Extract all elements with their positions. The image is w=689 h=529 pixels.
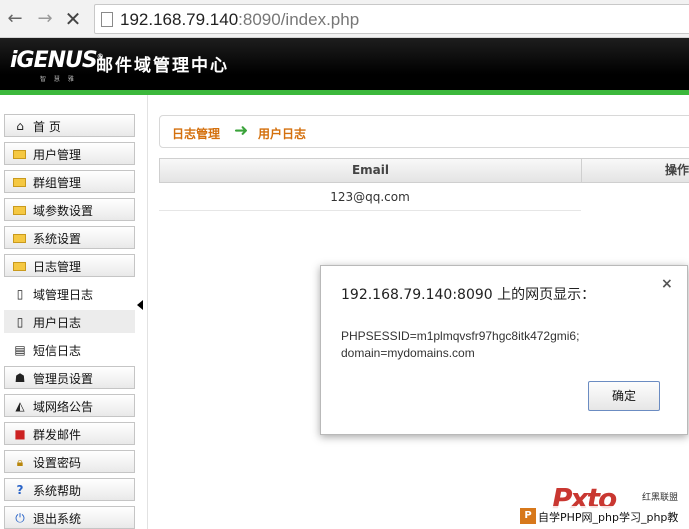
watermark-text: 自学PHP网_php学习_php教 bbox=[538, 511, 679, 524]
stop-icon[interactable]: ✕ bbox=[62, 8, 84, 30]
sidebar-item-announcement[interactable]: ◭ 域网络公告 bbox=[4, 394, 135, 417]
sidebar-item-label: 短信日志 bbox=[33, 344, 82, 358]
folder-icon bbox=[13, 150, 26, 159]
mail-icon: ■ bbox=[14, 427, 26, 441]
folder-icon bbox=[13, 234, 26, 243]
alert-dialog: 192.168.79.140:8090 上的网页显示： × PHPSESSID=… bbox=[320, 265, 688, 435]
sidebar: ⌂ 首 页 用户管理 群组管理 域参数设置 系统设置 日志管理 ▯ 域管理日志 … bbox=[0, 95, 148, 529]
sidebar-item-user-log[interactable]: ▯ 用户日志 bbox=[4, 310, 135, 333]
row-email: 123@qq.com bbox=[330, 190, 410, 204]
breadcrumb-current: 用户日志 bbox=[258, 127, 307, 141]
sidebar-item-logout[interactable]: ⏻ 退出系统 bbox=[4, 506, 135, 529]
sidebar-item-label: 日志管理 bbox=[33, 260, 82, 274]
sidebar-item-label: 域网络公告 bbox=[33, 400, 94, 414]
sidebar-item-label: 系统帮助 bbox=[33, 484, 82, 498]
sidebar-item-admin-settings[interactable]: ☗ 管理员设置 bbox=[4, 366, 135, 389]
help-icon: ? bbox=[16, 483, 24, 497]
home-icon: ⌂ bbox=[16, 119, 24, 133]
folder-icon bbox=[13, 262, 26, 271]
collapse-sidebar-icon[interactable] bbox=[137, 300, 143, 310]
app-title: 邮件域管理中心 bbox=[96, 56, 229, 76]
sidebar-item-mass-mail[interactable]: ■ 群发邮件 bbox=[4, 422, 135, 445]
sidebar-item-users[interactable]: 用户管理 bbox=[4, 142, 135, 165]
forward-arrow-icon[interactable]: → bbox=[34, 8, 56, 30]
app-header: iGENUS® 智 慧 雅 邮件域管理中心 bbox=[0, 38, 689, 90]
document-icon: ▯ bbox=[16, 287, 24, 301]
sidebar-item-log-management[interactable]: 日志管理 bbox=[4, 254, 135, 277]
lock-icon: 🔒︎ bbox=[16, 455, 24, 469]
close-icon[interactable]: × bbox=[661, 276, 673, 292]
dialog-message: PHPSESSID=m1plmqvsfr97hgc8itk472gmi6; do… bbox=[341, 329, 580, 360]
sidebar-item-label: 用户日志 bbox=[33, 316, 82, 330]
sidebar-item-groups[interactable]: 群组管理 bbox=[4, 170, 135, 193]
back-arrow-icon[interactable]: ← bbox=[4, 8, 26, 30]
sidebar-item-domain-params[interactable]: 域参数设置 bbox=[4, 198, 135, 221]
sidebar-item-label: 域管理日志 bbox=[33, 288, 94, 302]
table-header: Email 操作 bbox=[159, 158, 689, 183]
sidebar-item-label: 域参数设置 bbox=[33, 204, 94, 218]
sidebar-item-sms-log[interactable]: ▤ 短信日志 bbox=[4, 338, 135, 361]
breadcrumb: 日志管理 ➜ 用户日志 bbox=[159, 115, 689, 148]
url-text[interactable]: 192.168.79.140:8090/index.php bbox=[120, 10, 359, 30]
sidebar-item-label: 群发邮件 bbox=[33, 428, 82, 442]
arrow-right-icon: ➜ bbox=[234, 121, 249, 141]
watermark-subtext: 红黑联盟 bbox=[642, 493, 679, 503]
power-icon: ⏻ bbox=[15, 511, 25, 525]
page-icon bbox=[101, 12, 113, 27]
browser-toolbar: ← → ✕ 192.168.79.140:8090/index.php bbox=[0, 0, 689, 38]
breadcrumb-parent[interactable]: 日志管理 bbox=[172, 125, 220, 142]
admin-icon: ☗ bbox=[14, 371, 26, 385]
folder-icon bbox=[13, 206, 26, 215]
sidebar-item-label: 群组管理 bbox=[33, 176, 82, 190]
column-header-email: Email bbox=[160, 159, 582, 182]
watermark-badge: P bbox=[520, 508, 536, 524]
sidebar-item-help[interactable]: ? 系统帮助 bbox=[4, 478, 135, 501]
sidebar-item-set-password[interactable]: 🔒︎ 设置密码 bbox=[4, 450, 135, 473]
sidebar-item-label: 退出系统 bbox=[33, 512, 82, 526]
url-path: :8090/index.php bbox=[238, 10, 360, 29]
sidebar-item-label: 管理员设置 bbox=[33, 372, 94, 386]
address-bar[interactable]: 192.168.79.140:8090/index.php bbox=[94, 4, 689, 34]
sidebar-item-system-settings[interactable]: 系统设置 bbox=[4, 226, 135, 249]
document-icon: ▤ bbox=[14, 343, 26, 357]
sidebar-item-label: 系统设置 bbox=[33, 232, 82, 246]
column-header-operations: 操作 bbox=[665, 163, 689, 177]
url-host: 192.168.79.140 bbox=[120, 10, 239, 29]
sidebar-item-label: 设置密码 bbox=[33, 456, 82, 470]
ok-button[interactable]: 确定 bbox=[588, 381, 660, 411]
sidebar-item-label: 用户管理 bbox=[33, 148, 82, 162]
sidebar-item-domain-log[interactable]: ▯ 域管理日志 bbox=[4, 282, 135, 305]
table-row: 123@qq.com bbox=[159, 184, 581, 211]
document-icon: ▯ bbox=[16, 315, 24, 329]
megaphone-icon: ◭ bbox=[15, 399, 25, 413]
brand-subtext: 智 慧 雅 bbox=[40, 76, 77, 83]
brand-logo-text: iGENUS bbox=[10, 48, 98, 73]
sidebar-item-label: 首 页 bbox=[33, 120, 61, 134]
sidebar-item-home[interactable]: ⌂ 首 页 bbox=[4, 114, 135, 137]
folder-icon bbox=[13, 178, 26, 187]
dialog-title: 192.168.79.140:8090 上的网页显示： bbox=[341, 287, 596, 303]
brand-logo: iGENUS® bbox=[10, 48, 104, 73]
